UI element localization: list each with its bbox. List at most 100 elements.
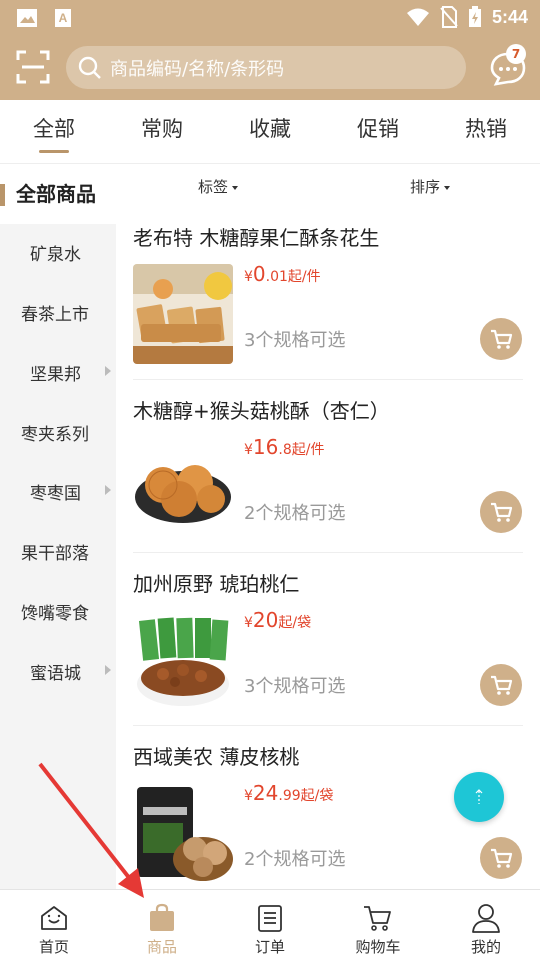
- price-integer: 0: [252, 262, 266, 286]
- product-spec: 3个规格可选: [244, 330, 346, 351]
- sidebar-item-label: 枣夹系列: [21, 425, 89, 445]
- chevron-right-icon: [105, 665, 111, 675]
- tab-promotion[interactable]: 促销: [324, 100, 432, 163]
- price-currency: ¥: [244, 615, 253, 631]
- sort-filter-label: 排序: [410, 178, 441, 196]
- caret-down-icon: [232, 185, 239, 190]
- category-tabs: 全部 常购 收藏 促销 热销: [0, 100, 540, 164]
- tab-favorites[interactable]: 收藏: [216, 100, 324, 163]
- sidebar-item-label: 馋嘴零食: [21, 604, 89, 624]
- tag-filter[interactable]: 标签: [198, 176, 239, 197]
- nav-label: 我的: [470, 938, 501, 956]
- status-bar: A 5:44: [0, 0, 540, 36]
- cart-icon: [364, 906, 391, 931]
- cart-icon: [491, 502, 513, 522]
- caret-down-icon: [444, 185, 451, 190]
- sidebar-header-label: 全部商品: [16, 182, 96, 206]
- price-integer: 16: [252, 435, 279, 459]
- divider: [133, 379, 523, 380]
- tab-all[interactable]: 全部: [0, 100, 108, 163]
- product-title[interactable]: 加州原野 琥珀桃仁: [133, 568, 299, 597]
- battery-icon: [468, 6, 481, 27]
- product-image[interactable]: [133, 783, 233, 883]
- price-unit: 起/件: [291, 442, 325, 458]
- arrow-up-icon: [475, 789, 483, 804]
- sidebar-item-date-series[interactable]: 枣夹系列: [0, 412, 116, 452]
- sidebar-item-label: 矿泉水: [30, 245, 81, 265]
- scroll-to-top-button[interactable]: [454, 772, 504, 822]
- bottom-nav: 首页 商品 订单 购物车 我的: [0, 889, 540, 960]
- price-currency: ¥: [244, 788, 253, 804]
- sort-filter[interactable]: 排序: [410, 176, 451, 197]
- price-decimal: .01: [265, 269, 288, 285]
- category-sidebar: [0, 164, 116, 889]
- user-icon: [472, 904, 500, 933]
- no-sim-icon: [440, 6, 458, 28]
- sidebar-item-label: 春茶上市: [21, 305, 89, 325]
- product-image[interactable]: [133, 610, 233, 710]
- product-card[interactable]: 木糖醇+猴头菇桃酥（杏仁） ¥16.8起/件 2个规格可选: [116, 395, 540, 568]
- a-notification-icon: A: [55, 9, 71, 27]
- search-bar[interactable]: 商品编码/名称/条形码: [66, 46, 466, 89]
- add-to-cart-button[interactable]: [480, 491, 522, 533]
- nav-label: 首页: [38, 938, 69, 956]
- nav-home[interactable]: 首页: [0, 890, 108, 960]
- order-icon: [258, 905, 282, 932]
- scan-icon[interactable]: [14, 48, 52, 86]
- home-icon: [41, 906, 67, 930]
- product-card[interactable]: 加州原野 琥珀桃仁 ¥20起/袋 3个规格可选: [116, 568, 540, 741]
- message-badge: 7: [506, 44, 526, 64]
- nav-products[interactable]: 商品: [108, 890, 216, 960]
- price-currency: ¥: [244, 442, 253, 458]
- nav-label: 购物车: [355, 938, 401, 956]
- nav-profile[interactable]: 我的: [432, 890, 540, 960]
- tab-frequent[interactable]: 常购: [108, 100, 216, 163]
- sidebar-item-snacks[interactable]: 馋嘴零食: [0, 591, 116, 631]
- price-decimal: .99: [278, 788, 301, 804]
- product-price: ¥16.8起/件: [244, 435, 324, 459]
- cart-icon: [491, 848, 513, 868]
- tab-hot[interactable]: 热销: [432, 100, 540, 163]
- status-time: 5:44: [491, 6, 528, 27]
- product-price: ¥20起/袋: [244, 608, 311, 632]
- product-title[interactable]: 老布特 木糖醇果仁酥条花生: [133, 222, 379, 251]
- product-spec: 2个规格可选: [244, 503, 346, 524]
- sidebar-item-honey-city[interactable]: 蜜语城: [0, 651, 116, 691]
- nav-cart[interactable]: 购物车: [324, 890, 432, 960]
- product-title[interactable]: 西域美农 薄皮核桃: [133, 741, 299, 770]
- product-card[interactable]: 老布特 木糖醇果仁酥条花生 ¥0.01起/件 3个规格可选: [116, 222, 540, 395]
- sidebar-item-spring-tea[interactable]: 春茶上市: [0, 292, 116, 332]
- wifi-icon: [406, 8, 429, 26]
- price-integer: 20: [252, 608, 279, 632]
- svg-text:A: A: [59, 11, 68, 25]
- add-to-cart-button[interactable]: [480, 664, 522, 706]
- product-price: ¥0.01起/件: [244, 262, 321, 286]
- product-image[interactable]: [133, 437, 233, 537]
- sidebar-item-date-kingdom[interactable]: 枣枣国: [0, 471, 116, 511]
- product-image[interactable]: [133, 264, 233, 364]
- sidebar-item-mineral-water[interactable]: 矿泉水: [0, 232, 116, 272]
- product-title[interactable]: 木糖醇+猴头菇桃酥（杏仁）: [133, 395, 390, 424]
- search-icon: [78, 56, 101, 79]
- nav-orders[interactable]: 订单: [216, 890, 324, 960]
- price-integer: 24: [252, 781, 279, 805]
- product-price: ¥24.99起/袋: [244, 781, 333, 805]
- price-unit: 起/袋: [278, 615, 312, 631]
- add-to-cart-button[interactable]: [480, 318, 522, 360]
- search-placeholder: 商品编码/名称/条形码: [110, 58, 285, 80]
- tag-filter-label: 标签: [198, 178, 229, 196]
- nav-label: 商品: [146, 938, 177, 956]
- divider: [133, 552, 523, 553]
- chevron-right-icon: [105, 485, 111, 495]
- price-unit: 起/件: [287, 269, 321, 285]
- sidebar-item-dried-fruit[interactable]: 果干部落: [0, 531, 116, 571]
- sidebar-item-nuts[interactable]: 坚果邦: [0, 352, 116, 392]
- price-decimal: .8: [278, 442, 292, 458]
- product-spec: 3个规格可选: [244, 676, 346, 697]
- sidebar-item-label: 坚果邦: [30, 365, 81, 385]
- product-spec: 2个规格可选: [244, 849, 346, 870]
- cart-icon: [491, 329, 513, 349]
- bag-icon: [150, 903, 174, 931]
- sidebar-item-label: 蜜语城: [30, 664, 81, 684]
- add-to-cart-button[interactable]: [480, 837, 522, 879]
